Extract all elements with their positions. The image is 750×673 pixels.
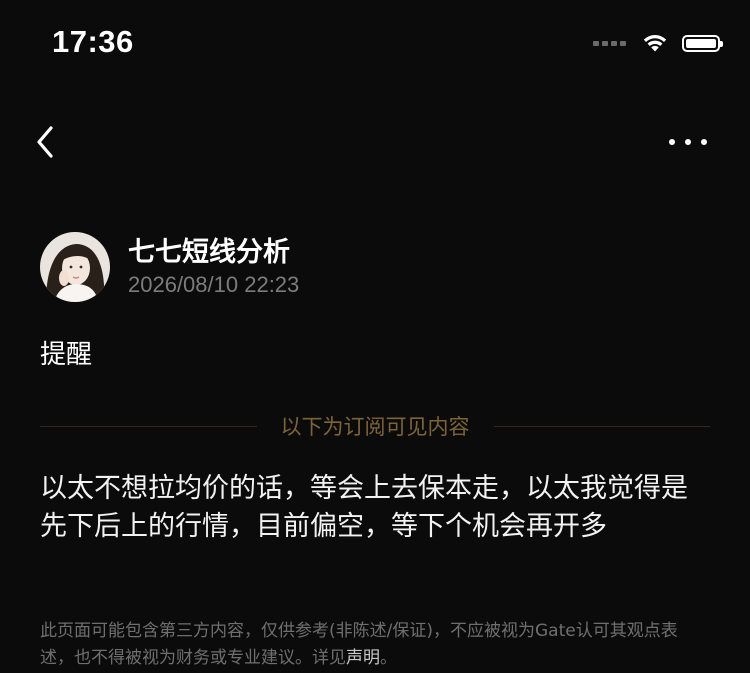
status-time: 17:36 [52, 24, 134, 59]
author-name[interactable]: 七七短线分析 [128, 230, 290, 269]
post-timestamp: 2026/08/10 22:23 [128, 272, 300, 297]
signal-dots-icon [593, 40, 626, 46]
divider-line-right [493, 425, 710, 427]
avatar-image [40, 232, 110, 302]
author-block: 七七短线分析 2026/08/10 22:23 [40, 230, 720, 302]
post-body: 以太不想拉均价的话，等会上去保本走，以太我觉得是先下后上的行情，目前偏空，等下个… [40, 473, 688, 542]
subscriber-divider-label: 以下为订阅可见内容 [280, 415, 470, 439]
disclaimer-suffix: 。 [380, 648, 397, 668]
wifi-icon [643, 35, 667, 52]
subscriber-divider: 以下为订阅可见内容 [40, 410, 710, 442]
battery-icon [682, 34, 723, 52]
more-button[interactable] [664, 120, 716, 164]
nav-bar [0, 110, 750, 176]
divider-line-left [40, 425, 257, 427]
avatar[interactable] [40, 232, 110, 302]
disclaimer: 此页面可能包含第三方内容，仅供参考(非陈述/保证)，不应被视为Gate认可其观点… [40, 618, 710, 672]
battery-level [686, 38, 716, 48]
chevron-left-icon [37, 126, 53, 158]
back-button[interactable] [30, 120, 74, 164]
post-title: 提醒 [40, 340, 93, 370]
status-icons [593, 32, 723, 54]
more-dots-icon [669, 139, 707, 145]
disclaimer-link[interactable]: 声明 [346, 648, 380, 668]
status-bar: 17:36 [0, 0, 750, 88]
